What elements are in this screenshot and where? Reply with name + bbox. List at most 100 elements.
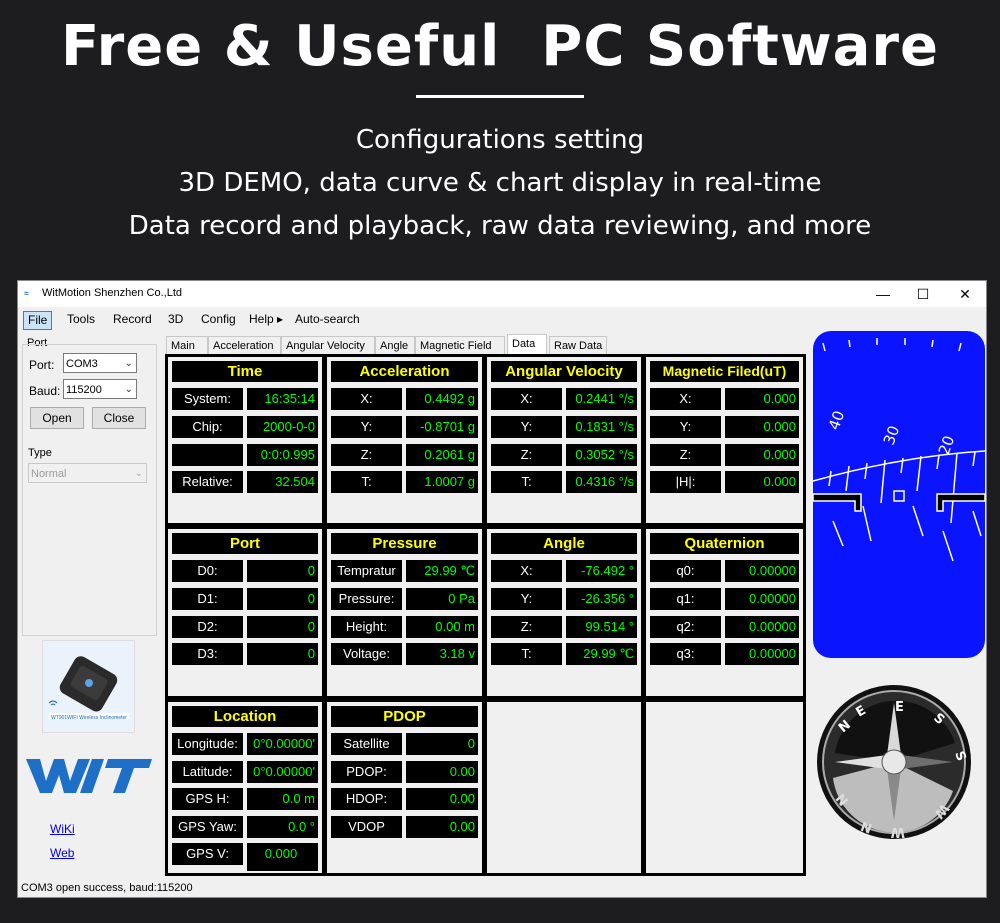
empty-panel: [646, 702, 803, 873]
quaternion-label: q2:: [650, 616, 721, 638]
open-button[interactable]: Open: [30, 407, 84, 429]
close-button[interactable]: Close: [92, 407, 146, 429]
time-label: [172, 444, 243, 466]
time-value: 0:0:0.995: [247, 444, 318, 466]
tab-acceleration[interactable]: Acceleration: [208, 336, 281, 354]
angle-value: 99.514 °: [566, 616, 637, 638]
magnetic-value: 0.000: [725, 388, 799, 410]
port-title: Port: [172, 533, 318, 554]
time-label: Chip:: [172, 416, 243, 438]
angular-velocity-value: 0.1831 °/s: [566, 416, 637, 438]
location-value: 0.000: [247, 843, 318, 871]
tab-data[interactable]: Data: [507, 334, 547, 354]
pressure-label: Height:: [331, 616, 402, 638]
time-label: System:: [172, 388, 243, 410]
acceleration-label: X:: [331, 388, 402, 410]
port-label: D1:: [172, 588, 243, 610]
location-label: GPS V:: [172, 843, 243, 865]
compass-widget: N E E S S W W N N: [815, 683, 973, 841]
pdop-label: PDOP:: [331, 761, 402, 783]
port-label: D0:: [172, 560, 243, 582]
quaternion-label: q1:: [650, 588, 721, 610]
angular-velocity-value: 0.2441 °/s: [566, 388, 637, 410]
status-bar: COM3 open success, baud:115200: [21, 882, 193, 894]
wiki-link[interactable]: WiKi: [50, 822, 75, 836]
port-value: 0: [247, 560, 318, 582]
angle-label: T:: [491, 643, 562, 665]
pdop-label: Satellite: [331, 733, 402, 755]
menu-record[interactable]: Record: [109, 311, 156, 328]
port-label: D2:: [172, 616, 243, 638]
port-select-value: COM3: [66, 358, 98, 370]
compass-letter: E: [895, 700, 904, 715]
angle-label: Y:: [491, 588, 562, 610]
product-caption: WT901WIFI Wireless Inclinometer: [51, 715, 127, 721]
port-select[interactable]: COM3 ⌄: [63, 353, 137, 373]
menu-file[interactable]: File: [23, 311, 53, 330]
menu-auto-search[interactable]: Auto-search: [291, 311, 364, 328]
chevron-down-icon: ⌄: [134, 468, 143, 479]
magnetic-value: 0.000: [725, 471, 799, 493]
pressure-value: 0 Pa: [406, 588, 478, 610]
tab-angular-velocity[interactable]: Angular Velocity: [281, 336, 375, 354]
angle-value: 29.99 ℃: [566, 643, 637, 665]
close-window-button[interactable]: ✕: [945, 284, 985, 304]
menu-bar: File Tools Record 3D Config Help ▸ Auto-…: [18, 308, 986, 330]
empty-panel: [487, 702, 641, 873]
hero-line-2: 3D DEMO, data curve & chart display in r…: [178, 168, 822, 198]
angular-velocity-value: 0.4316 °/s: [566, 471, 637, 493]
angular-velocity-label: X:: [491, 388, 562, 410]
acceleration-label: Y:: [331, 416, 402, 438]
angle-label: Z:: [491, 616, 562, 638]
location-value: 0.0 °: [247, 816, 318, 838]
baud-select[interactable]: 115200 ⌄: [63, 379, 137, 399]
location-label: Latitude:: [172, 761, 243, 783]
quaternion-value: 0.00000: [725, 643, 799, 665]
time-value: 16:35:14: [247, 388, 318, 410]
location-value: 0°0.00000': [247, 733, 318, 755]
acceleration-value: 0.2061 g: [406, 444, 478, 466]
magnetic-value: 0.000: [725, 444, 799, 466]
acceleration-value: 0.4492 g: [406, 388, 478, 410]
tab-angle[interactable]: Angle: [375, 336, 415, 354]
tab-main[interactable]: Main: [166, 336, 208, 354]
tab-raw-data[interactable]: Raw Data: [549, 336, 607, 354]
pressure-label: Tempratur: [331, 560, 402, 582]
angular-velocity-label: Z:: [491, 444, 562, 466]
hero-line-1: Configurations setting: [355, 125, 645, 155]
pressure-value: 29.99 ℃: [406, 560, 478, 582]
menu-3d[interactable]: 3D: [164, 311, 187, 328]
compass-rose-icon: N E E S S W W N N: [817, 685, 971, 839]
pressure-value: 0.00 m: [406, 616, 478, 638]
angle-title: Angle: [491, 533, 637, 554]
window-title: WitMotion Shenzhen Co.,Ltd: [42, 287, 183, 299]
web-link[interactable]: Web: [50, 846, 74, 860]
acceleration-panel: Acceleration X: 0.4492 g Y: -0.8701 g Z: 0.…: [327, 357, 482, 523]
tab-magnetic-field[interactable]: Magnetic Field: [415, 336, 505, 354]
pressure-label: Pressure:: [331, 588, 402, 610]
baud-select-value: 115200: [66, 384, 102, 396]
angle-label: X:: [491, 560, 562, 582]
port-value: 0: [247, 588, 318, 610]
port-value: 0: [247, 616, 318, 638]
hero-title: Free & Useful PC Software: [61, 14, 939, 79]
menu-tools[interactable]: Tools: [63, 311, 99, 328]
hero-line-3: Data record and playback, raw data revie…: [128, 211, 872, 241]
pdop-label: HDOP:: [331, 788, 402, 810]
maximize-button[interactable]: ☐: [903, 284, 943, 304]
pdop-value: 0.00: [406, 788, 478, 810]
pdop-panel: PDOP Satellite 0 PDOP: 0.00 HDOP: 0.00 VDOP…: [327, 702, 482, 873]
quaternion-value: 0.00000: [725, 588, 799, 610]
minimize-button[interactable]: —: [863, 284, 903, 304]
location-label: GPS Yaw:: [172, 816, 243, 838]
menu-help[interactable]: Help ▸: [245, 311, 287, 328]
menu-config[interactable]: Config: [197, 311, 240, 328]
hero-divider: [416, 95, 584, 98]
chevron-down-icon: ⌄: [124, 384, 133, 395]
acceleration-value: -0.8701 g: [406, 416, 478, 438]
time-value: 32.504: [247, 471, 318, 493]
type-select[interactable]: Normal ⌄: [28, 463, 147, 483]
wit-logo: [26, 751, 154, 797]
angle-panel: Angle X: -76.492 ° Y: -26.356 ° Z: 99.514 °…: [487, 529, 641, 696]
location-title: Location: [172, 706, 318, 727]
